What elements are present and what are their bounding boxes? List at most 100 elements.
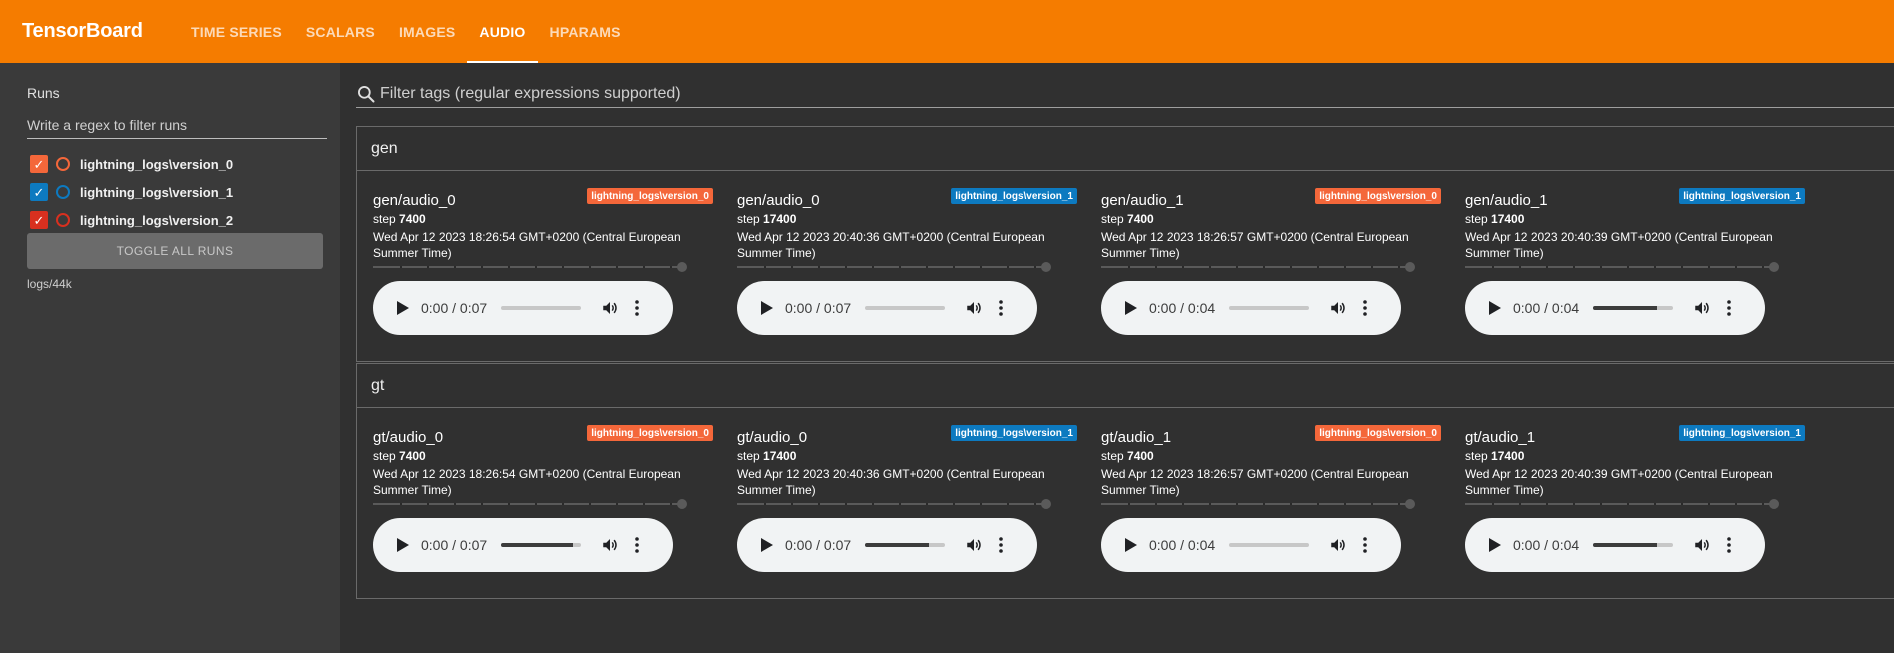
step-slider-tick — [427, 503, 429, 505]
run-checkbox-version-0[interactable]: ✓ — [30, 155, 48, 173]
more-options-icon[interactable] — [999, 300, 1003, 316]
play-icon[interactable] — [1125, 538, 1137, 552]
step-slider-tick — [926, 503, 928, 505]
step-slider-thumb[interactable] — [677, 262, 687, 272]
audio-card-title: gt/audio_1 — [1101, 429, 1172, 446]
more-options-icon[interactable] — [1363, 537, 1367, 553]
audio-card-title: gt/audio_1 — [1465, 429, 1536, 446]
volume-icon[interactable] — [1329, 536, 1347, 554]
step-slider-tick — [562, 503, 564, 505]
step-slider-tick — [764, 503, 766, 505]
audio-card-title: gen/audio_1 — [1101, 192, 1184, 209]
audio-card-title: gen/audio_1 — [1465, 192, 1548, 209]
volume-slider-fill — [501, 543, 573, 547]
run-color-dot[interactable] — [56, 185, 70, 199]
step-slider-thumb[interactable] — [1405, 262, 1415, 272]
audio-card: gen/audio_0 lightning_logs\version_0 ste… — [357, 171, 713, 361]
more-options-icon[interactable] — [999, 537, 1003, 553]
play-icon[interactable] — [397, 301, 409, 315]
step-slider[interactable] — [737, 262, 1051, 272]
volume-slider[interactable] — [865, 543, 945, 547]
tag-filter-bar[interactable]: Filter tags (regular expressions support… — [356, 80, 1894, 108]
step-slider-tick — [1654, 266, 1656, 268]
volume-slider[interactable] — [1229, 543, 1309, 547]
step-slider-tick — [1681, 266, 1683, 268]
play-icon[interactable] — [1489, 301, 1501, 315]
play-icon[interactable] — [761, 301, 773, 315]
tab-audio[interactable]: AUDIO — [467, 0, 538, 63]
tag-filter-input[interactable]: Filter tags (regular expressions support… — [380, 85, 681, 103]
volume-icon[interactable] — [1693, 299, 1711, 317]
step-slider[interactable] — [1465, 499, 1779, 509]
playback-time: 0:00 / 0:07 — [421, 300, 488, 316]
step-slider-tick — [1600, 503, 1602, 505]
timestamp-label: Wed Apr 12 2023 20:40:39 GMT+0200 (Centr… — [1465, 230, 1773, 260]
group-title[interactable]: gen — [357, 127, 1894, 171]
step-slider-tick — [616, 503, 618, 505]
volume-icon[interactable] — [601, 299, 619, 317]
audio-card: gen/audio_0 lightning_logs\version_1 ste… — [721, 171, 1077, 361]
step-slider[interactable] — [1101, 262, 1415, 272]
group-title[interactable]: gt — [357, 364, 1894, 408]
run-checkbox-version-2[interactable]: ✓ — [30, 211, 48, 229]
play-icon[interactable] — [1489, 538, 1501, 552]
step-slider-tick — [953, 266, 955, 268]
tab-scalars[interactable]: SCALARS — [294, 0, 387, 63]
tab-time-series[interactable]: TIME SERIES — [179, 0, 294, 63]
play-icon[interactable] — [761, 538, 773, 552]
run-color-dot[interactable] — [56, 157, 70, 171]
step-slider-tick — [1708, 266, 1710, 268]
more-options-icon[interactable] — [1727, 300, 1731, 316]
tab-images[interactable]: IMAGES — [387, 0, 467, 63]
volume-slider[interactable] — [501, 543, 581, 547]
volume-icon[interactable] — [601, 536, 619, 554]
step-slider-thumb[interactable] — [1769, 262, 1779, 272]
volume-slider[interactable] — [1593, 543, 1673, 547]
step-slider-thumb[interactable] — [677, 499, 687, 509]
step-slider-track — [737, 503, 1043, 505]
step-slider-tick — [1735, 266, 1737, 268]
run-tag-badge: lightning_logs\version_0 — [587, 425, 713, 441]
runs-filter-input[interactable]: Write a regex to filter runs — [27, 115, 327, 139]
volume-slider[interactable] — [1229, 306, 1309, 310]
audio-player: 0:00 / 0:04 — [1101, 281, 1401, 335]
run-tag-badge: lightning_logs\version_1 — [1679, 188, 1805, 204]
step-slider-tick — [926, 266, 928, 268]
step-slider[interactable] — [1465, 262, 1779, 272]
more-options-icon[interactable] — [635, 537, 639, 553]
search-icon — [358, 85, 375, 102]
step-slider-tick — [1492, 503, 1494, 505]
audio-player: 0:00 / 0:07 — [737, 518, 1037, 572]
audio-card: gen/audio_1 lightning_logs\version_0 ste… — [1085, 171, 1441, 361]
run-color-dot[interactable] — [56, 213, 70, 227]
step-slider-thumb[interactable] — [1041, 262, 1051, 272]
step-slider-tick — [400, 503, 402, 505]
step-slider[interactable] — [373, 499, 687, 509]
volume-icon[interactable] — [1329, 299, 1347, 317]
more-options-icon[interactable] — [635, 300, 639, 316]
step-slider-tick — [1654, 503, 1656, 505]
play-icon[interactable] — [397, 538, 409, 552]
volume-slider[interactable] — [501, 306, 581, 310]
volume-icon[interactable] — [1693, 536, 1711, 554]
step-slider-thumb[interactable] — [1769, 499, 1779, 509]
tab-hparams[interactable]: HPARAMS — [538, 0, 633, 63]
step-slider[interactable] — [1101, 499, 1415, 509]
volume-icon[interactable] — [965, 299, 983, 317]
step-slider-thumb[interactable] — [1405, 499, 1415, 509]
step-slider-thumb[interactable] — [1041, 499, 1051, 509]
step-slider-tick — [1263, 503, 1265, 505]
play-icon[interactable] — [1125, 301, 1137, 315]
more-options-icon[interactable] — [1727, 537, 1731, 553]
run-checkbox-version-1[interactable]: ✓ — [30, 183, 48, 201]
more-options-icon[interactable] — [1363, 300, 1367, 316]
step-slider[interactable] — [373, 262, 687, 272]
step-slider[interactable] — [737, 499, 1051, 509]
volume-icon[interactable] — [965, 536, 983, 554]
audio-card-title: gen/audio_0 — [737, 192, 820, 209]
step-slider-tick — [1573, 266, 1575, 268]
volume-slider[interactable] — [1593, 306, 1673, 310]
volume-slider[interactable] — [865, 306, 945, 310]
audio-card: gt/audio_1 lightning_logs\version_1 step… — [1449, 408, 1805, 598]
toggle-all-runs-button[interactable]: TOGGLE ALL RUNS — [27, 233, 323, 269]
